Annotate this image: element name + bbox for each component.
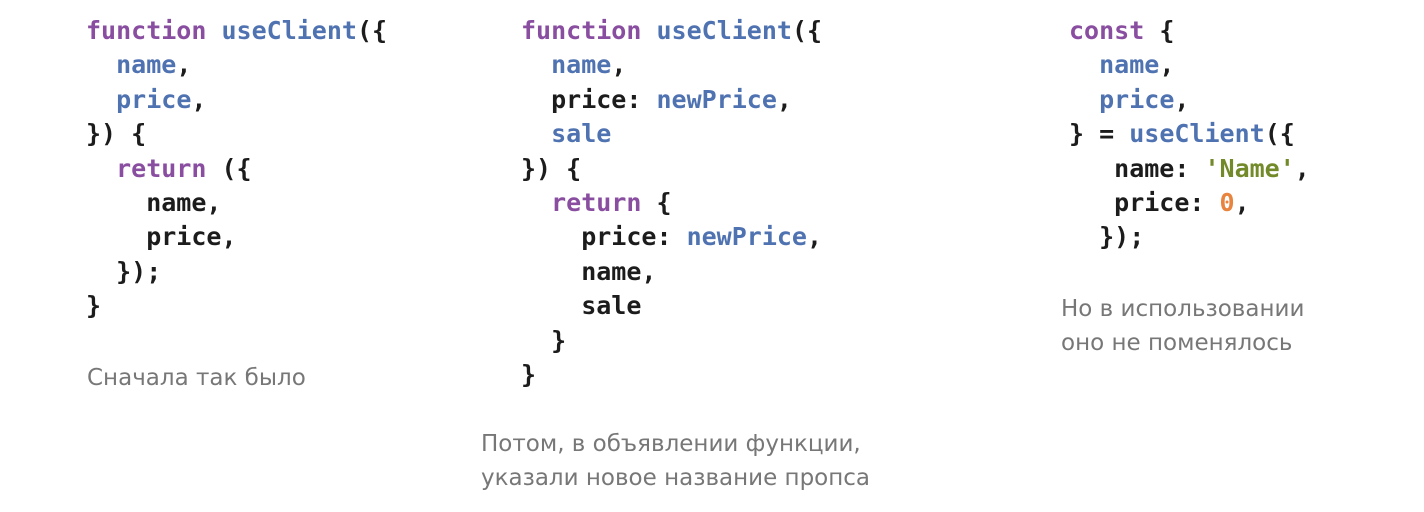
code-token-name: name [1099, 50, 1160, 80]
code-line: name, [86, 48, 387, 82]
code-line: }) { [86, 117, 387, 151]
code-token-punct: ({ [356, 16, 388, 45]
code-token-keyword: const [1069, 16, 1145, 45]
code-block: function useClient({ name, price,}) { re… [86, 14, 387, 324]
code-line: return ({ [86, 152, 387, 186]
code-line: return { [521, 186, 822, 220]
code-line: } [521, 358, 822, 392]
code-token-punct: }) { [521, 153, 582, 183]
code-block: const { name, price,} = useClient({ name… [1069, 14, 1310, 255]
code-token-punct: }) { [86, 119, 147, 149]
code-token-plain: name, [521, 256, 657, 286]
code-token-name: name [116, 50, 177, 80]
caption: Сначала так было [87, 365, 306, 391]
code-token-punct: } [521, 359, 537, 389]
code-line: price, [86, 220, 387, 254]
code-token-number: 0 [1219, 187, 1235, 217]
code-token-punct: , [776, 84, 792, 114]
code-line: sale [521, 117, 822, 151]
caption: Потом, в объявлении функции, указали нов… [481, 431, 871, 491]
code-token-name: useClient [1129, 119, 1265, 149]
code-line: name, [1069, 48, 1310, 82]
code-line: name, [521, 48, 822, 82]
code-line: price, [86, 83, 387, 117]
code-token-name: sale [551, 119, 612, 149]
code-line: }); [86, 255, 387, 289]
code-token-plain: price: [521, 222, 687, 252]
code-token-name: useClient [656, 16, 792, 45]
code-token-name: price [116, 84, 192, 114]
code-token-punct: ({ [206, 153, 252, 183]
code-line: function useClient({ [521, 14, 822, 48]
code-line: name: 'Name', [1069, 152, 1310, 186]
code-line: } = useClient({ [1069, 117, 1310, 151]
code-token-name: newPrice [656, 84, 777, 114]
code-line: name, [86, 186, 387, 220]
code-token-plain: name, [86, 187, 222, 217]
code-token-punct: ({ [791, 16, 823, 45]
code-line: price: newPrice, [521, 83, 822, 117]
code-line: } [86, 289, 387, 323]
code-line: const { [1069, 14, 1310, 48]
code-token-punct: }); [86, 256, 162, 286]
code-token-punct: } = [1069, 119, 1130, 149]
code-token-punct: ({ [1264, 119, 1295, 149]
code-token-punct: , [1294, 153, 1310, 183]
code-token-plain: name: [1069, 153, 1205, 183]
code-token-punct: , [807, 222, 823, 252]
code-token-name: newPrice [686, 222, 807, 252]
code-token-punct: , [1159, 50, 1175, 80]
code-token-plain: price, [86, 222, 237, 252]
code-token-keyword: return [116, 153, 207, 183]
code-line: }) { [521, 152, 822, 186]
code-line: price: newPrice, [521, 220, 822, 254]
code-token-keyword: function [521, 16, 642, 45]
code-token-name: useClient [221, 16, 357, 45]
code-token-punct: { [641, 187, 672, 217]
code-line: } [521, 324, 822, 358]
code-token-plain: price: [521, 84, 657, 114]
code-token-keyword: return [551, 187, 642, 217]
code-token-keyword: function [86, 16, 207, 45]
code-line: price: 0, [1069, 186, 1310, 220]
code-token-punct: }); [1069, 222, 1145, 252]
code-token-punct: , [1234, 187, 1250, 217]
code-token-punct: , [176, 50, 192, 80]
code-token-punct: , [191, 84, 207, 114]
code-line: name, [521, 255, 822, 289]
code-block: function useClient({ name, price: newPri… [521, 14, 822, 392]
code-line: function useClient({ [86, 14, 387, 48]
code-token-string: 'Name' [1204, 153, 1295, 183]
code-token-name: name [551, 50, 612, 80]
code-token-punct: } [86, 291, 102, 321]
code-line: sale [521, 289, 822, 323]
code-token-name: price [1099, 84, 1175, 114]
code-token-punct: { [1144, 16, 1175, 45]
code-line: price, [1069, 83, 1310, 117]
code-token-plain: sale [521, 291, 642, 321]
code-token-punct: , [611, 50, 627, 80]
code-token-punct: , [1174, 84, 1190, 114]
code-token-plain: price: [1069, 187, 1220, 217]
code-token-punct: } [521, 325, 567, 355]
code-line: }); [1069, 220, 1310, 254]
caption: Но в использовании оно не поменялось [1061, 296, 1305, 356]
